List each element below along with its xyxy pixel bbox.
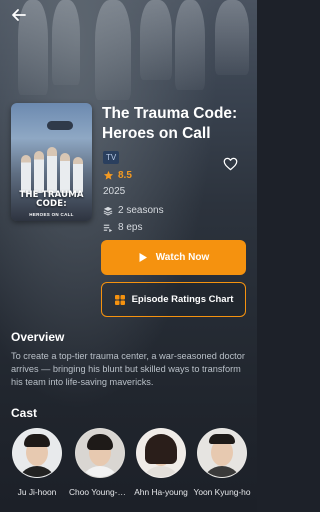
watch-now-button[interactable]: Watch Now	[101, 240, 246, 275]
release-year: 2025	[103, 186, 126, 197]
cast-member[interactable]: Ju Ji-hoon	[6, 428, 68, 497]
hero-backdrop-figure	[215, 0, 249, 75]
favorite-button[interactable]	[220, 154, 240, 174]
cast-member-name: Ahn Ha-young	[134, 487, 188, 497]
episode-ratings-chart-button[interactable]: Episode Ratings Chart	[101, 282, 246, 317]
show-detail-screen: THE TRAUMA CODE: HEROES ON CALL The Trau…	[0, 0, 257, 512]
playlist-icon	[103, 224, 113, 232]
avatar	[197, 428, 247, 478]
year-row: 2025	[103, 185, 125, 198]
type-badge: TV	[103, 151, 120, 164]
avatar-body	[80, 466, 120, 477]
hero-backdrop-figure	[175, 0, 205, 90]
avatar-hair	[145, 434, 177, 464]
episode-ratings-chart-label: Episode Ratings Chart	[131, 294, 234, 305]
avatar-hair	[209, 434, 235, 444]
poster-helicopter	[47, 121, 73, 130]
avatar-hair	[24, 434, 50, 447]
hero-backdrop-figure	[95, 0, 131, 100]
grid-chart-icon	[114, 294, 125, 305]
hero-backdrop-figure	[52, 0, 80, 85]
cast-list: Ju Ji-hoon Choo Young-woo Ahn Ha-young Y…	[0, 428, 257, 512]
poster-figure	[47, 147, 57, 193]
seasons-row: 2 seasons	[103, 204, 164, 217]
cast-member[interactable]: Ahn Ha-young	[130, 428, 192, 497]
poster-figure	[34, 151, 44, 193]
seasons-count: 2 seasons	[118, 205, 164, 216]
poster-figure	[73, 157, 83, 193]
avatar-body	[141, 466, 181, 477]
episodes-count: 8 eps	[118, 222, 143, 233]
hero-backdrop-figure	[140, 0, 172, 80]
overview-heading: Overview	[11, 330, 65, 344]
play-icon	[139, 253, 147, 262]
heart-outline-icon	[223, 157, 237, 171]
cast-member[interactable]: Yoon Kyung-ho	[191, 428, 253, 497]
show-poster: THE TRAUMA CODE: HEROES ON CALL	[11, 103, 92, 221]
rating-value: 8.5	[118, 169, 132, 181]
arrow-left-icon	[12, 9, 26, 21]
watch-now-label: Watch Now	[155, 252, 210, 263]
episodes-row: 8 eps	[103, 221, 142, 234]
overview-text: To create a top-tier trauma center, a wa…	[11, 351, 245, 387]
cast-heading: Cast	[11, 406, 38, 420]
cast-member-name: Ju Ji-hoon	[17, 487, 57, 497]
avatar	[75, 428, 125, 478]
poster-figure	[60, 153, 70, 193]
show-title: The Trauma Code: Heroes on Call	[102, 105, 238, 142]
avatar	[136, 428, 186, 478]
star-icon	[103, 170, 114, 180]
avatar-body	[17, 466, 57, 477]
cast-member-name: Choo Young-woo	[69, 487, 131, 497]
layers-icon	[103, 206, 113, 215]
cast-member[interactable]: Choo Young-woo	[69, 428, 131, 497]
avatar	[12, 428, 62, 478]
avatar-hair	[87, 434, 113, 450]
avatar-body	[202, 466, 242, 477]
poster-subtitle: HEROES ON CALL	[29, 212, 74, 217]
poster-title: THE TRAUMA CODE:	[19, 190, 84, 209]
rating-row: 8.5	[103, 168, 132, 182]
poster-figure	[21, 155, 31, 193]
back-button[interactable]	[8, 4, 30, 26]
cast-member-name: Yoon Kyung-ho	[193, 487, 251, 497]
